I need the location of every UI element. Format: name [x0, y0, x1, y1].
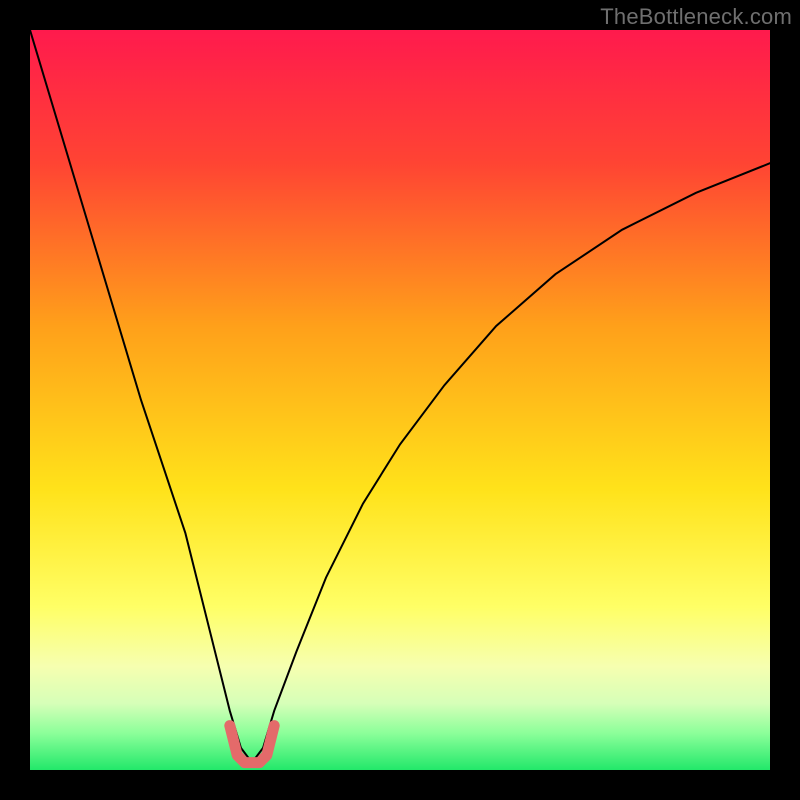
plot-area: [30, 30, 770, 770]
curve-layer: [30, 30, 770, 770]
chart-frame: TheBottleneck.com: [0, 0, 800, 800]
bottleneck-curve: [30, 30, 770, 763]
notch-highlight: [230, 726, 274, 763]
watermark-label: TheBottleneck.com: [600, 4, 792, 30]
